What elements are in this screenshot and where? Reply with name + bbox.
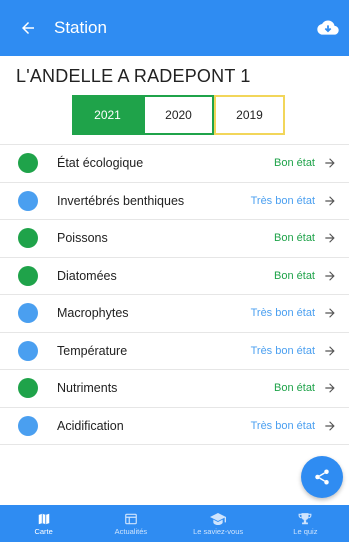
status-badge: Bon état	[274, 382, 315, 395]
nav-item-actualites[interactable]: Actualités	[87, 505, 174, 542]
arrow-right-icon	[323, 306, 337, 320]
nav-label: Le saviez-vous	[193, 526, 244, 536]
map-icon	[38, 513, 49, 524]
list-item[interactable]: Poissons Bon état	[0, 220, 349, 258]
page-title: Station	[54, 18, 107, 37]
arrow-right-icon	[323, 194, 337, 208]
cloud-download-icon	[317, 20, 339, 35]
share-icon	[315, 469, 329, 485]
bottom-navigation: Carte Actualités Le saviez-vous Le quiz	[0, 505, 349, 542]
graduation-cap-icon	[210, 512, 227, 525]
status-dot	[18, 228, 38, 249]
arrow-right-icon	[323, 231, 337, 245]
status-badge: Bon état	[274, 157, 315, 170]
app-bar: Station	[0, 0, 349, 56]
trophy-icon	[298, 512, 312, 524]
year-selector: 2021 2020 2019	[72, 95, 286, 135]
indicator-list: État écologique Bon état Invertébrés ben…	[0, 145, 349, 445]
news-icon	[125, 513, 137, 524]
station-name: L'ANDELLE A RADEPONT 1	[16, 66, 251, 86]
nav-item-carte[interactable]: Carte	[0, 505, 87, 542]
nav-label: Carte	[34, 526, 53, 536]
list-item[interactable]: Macrophytes Très bon état	[0, 295, 349, 333]
status-badge: Très bon état	[250, 344, 315, 357]
indicator-label: État écologique	[57, 156, 144, 171]
status-badge: Très bon état	[250, 307, 315, 320]
arrow-left-icon	[22, 22, 34, 34]
status-dot	[18, 340, 38, 361]
indicator-label: Diatomées	[57, 268, 117, 283]
status-badge: Bon état	[274, 232, 315, 245]
indicator-label: Macrophytes	[57, 306, 129, 321]
arrow-right-icon	[323, 344, 337, 358]
cloud-download-button[interactable]	[313, 14, 343, 42]
status-dot	[18, 378, 38, 399]
arrow-right-icon	[323, 269, 337, 283]
status-dot	[18, 415, 38, 436]
nav-label: Actualités	[114, 526, 148, 536]
indicator-label: Invertébrés benthiques	[57, 193, 185, 208]
year-tab-2021[interactable]: 2021	[72, 95, 143, 135]
indicator-label: Poissons	[57, 231, 108, 246]
share-button[interactable]	[301, 456, 343, 498]
status-badge: Très bon état	[250, 419, 315, 432]
list-item[interactable]: Acidification Très bon état	[0, 408, 349, 445]
nav-item-le-saviez-vous[interactable]: Le saviez-vous	[175, 505, 262, 542]
year-tab-2019[interactable]: 2019	[214, 95, 285, 135]
status-badge: Bon état	[274, 269, 315, 282]
indicator-label: Acidification	[57, 418, 124, 433]
year-tab-2020[interactable]: 2020	[143, 95, 214, 135]
indicator-label: Nutriments	[57, 381, 118, 396]
indicator-label: Température	[57, 343, 128, 358]
nav-label: Le quiz	[293, 526, 318, 536]
arrow-right-icon	[323, 156, 337, 170]
back-button[interactable]	[0, 0, 56, 56]
list-item[interactable]: Nutriments Bon état	[0, 370, 349, 408]
status-dot	[18, 190, 38, 211]
list-item[interactable]: Invertébrés benthiques Très bon état	[0, 183, 349, 220]
list-item[interactable]: Température Très bon état	[0, 333, 349, 370]
status-dot	[18, 153, 38, 174]
list-item[interactable]: État écologique Bon état	[0, 145, 349, 183]
arrow-right-icon	[323, 381, 337, 395]
list-item[interactable]: Diatomées Bon état	[0, 258, 349, 295]
nav-item-le-quiz[interactable]: Le quiz	[262, 505, 349, 542]
arrow-right-icon	[323, 419, 337, 433]
status-dot	[18, 303, 38, 324]
status-badge: Très bon état	[250, 194, 315, 207]
status-dot	[18, 265, 38, 286]
